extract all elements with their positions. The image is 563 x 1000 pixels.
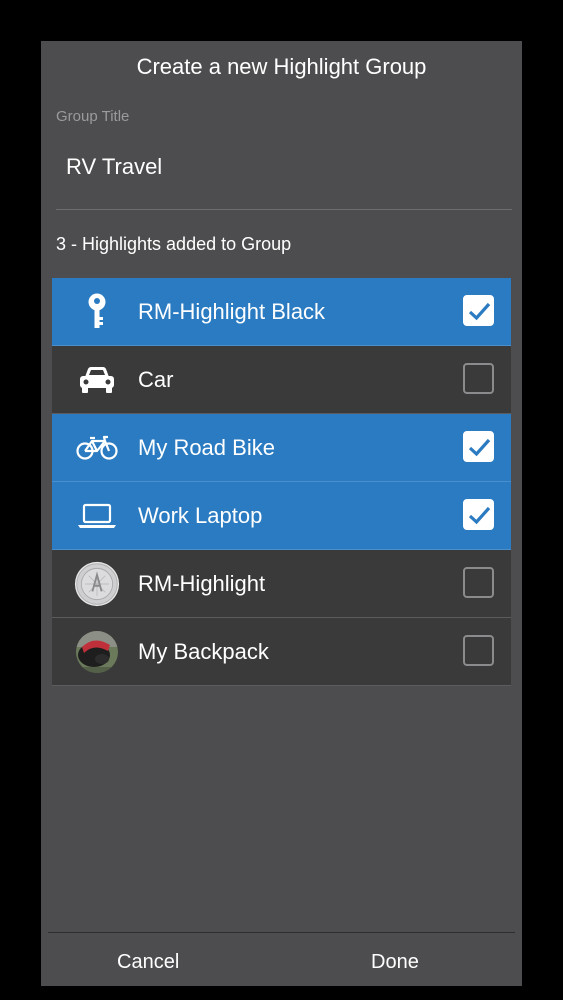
list-item[interactable]: My Road Bike: [52, 414, 511, 482]
checkbox[interactable]: [463, 499, 494, 530]
group-title-input[interactable]: RV Travel: [66, 154, 162, 180]
backpack-photo-icon: [74, 629, 120, 675]
highlights-count: 3 - Highlights added to Group: [56, 234, 292, 254]
group-title-label: Group Title: [56, 108, 130, 125]
key-icon: [74, 289, 120, 335]
done-button[interactable]: Done: [371, 951, 419, 974]
list-item[interactable]: RM-Highlight: [52, 550, 511, 618]
list-item[interactable]: RM-Highlight Black: [52, 278, 511, 346]
item-label: Work Laptop: [138, 503, 263, 528]
cancel-button[interactable]: Cancel: [117, 951, 179, 974]
checkbox[interactable]: [463, 431, 494, 462]
highlight-list: RM-Highlight Black Car My Road Bike Work…: [52, 278, 511, 686]
list-item[interactable]: My Backpack: [52, 618, 511, 686]
item-label: Car: [138, 367, 174, 392]
footer-divider: [48, 932, 515, 933]
dialog-title: Create a new Highlight Group: [136, 54, 427, 79]
list-item[interactable]: Work Laptop: [52, 482, 511, 550]
item-label: My Road Bike: [138, 435, 275, 460]
checkbox[interactable]: [463, 635, 494, 666]
laptop-icon: [74, 493, 120, 539]
highlight-device-icon: [74, 561, 120, 607]
item-label: RM-Highlight Black: [138, 299, 326, 324]
checkbox[interactable]: [463, 363, 494, 394]
bicycle-icon: [74, 425, 120, 471]
checkbox[interactable]: [463, 295, 494, 326]
item-label: My Backpack: [138, 639, 269, 664]
create-group-dialog: Create a new Highlight Group Group Title…: [41, 41, 522, 986]
item-label: RM-Highlight: [138, 571, 266, 596]
input-underline: [56, 209, 512, 210]
list-item[interactable]: Car: [52, 346, 511, 414]
checkbox[interactable]: [463, 567, 494, 598]
car-icon: [74, 357, 120, 403]
